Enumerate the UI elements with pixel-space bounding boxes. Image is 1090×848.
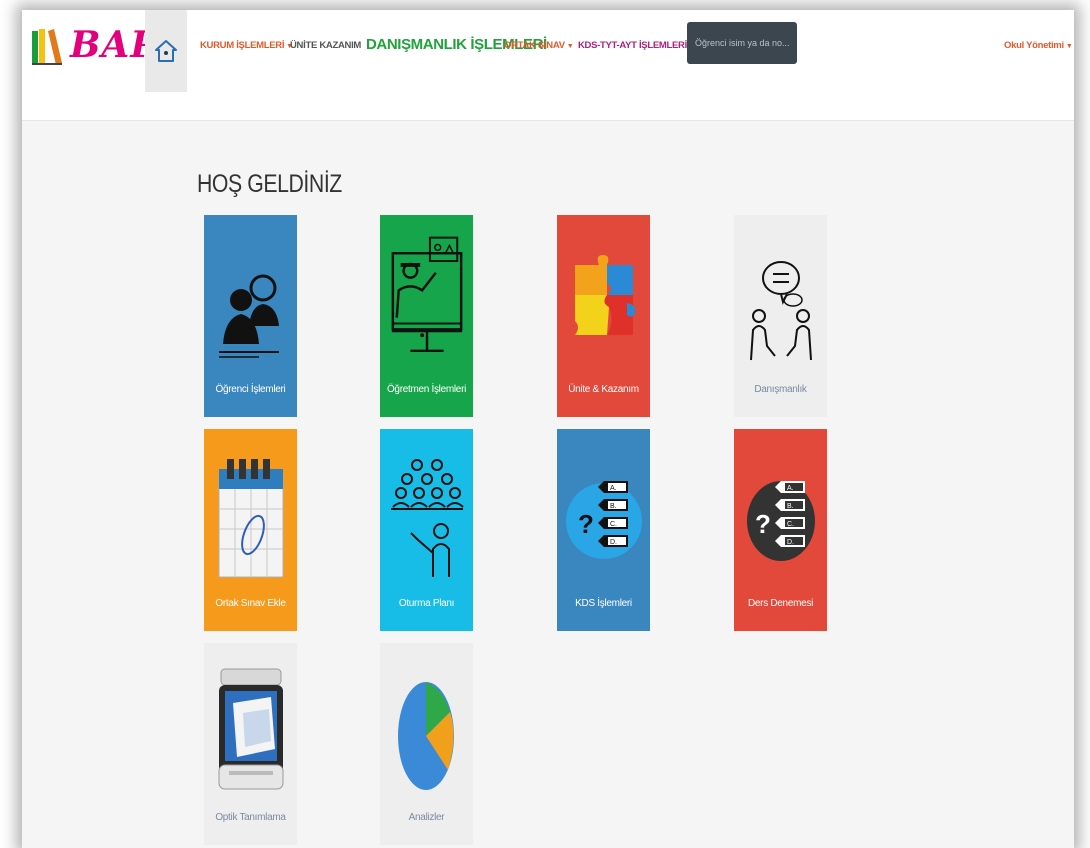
puzzle-icon: [574, 255, 635, 335]
tile-label: Analizler: [408, 812, 445, 823]
scanner-icon: [218, 668, 283, 790]
nav-kurum-label: KURUM İŞLEMLERİ: [200, 40, 285, 51]
svg-text:?: ?: [578, 509, 594, 539]
svg-text:B.: B.: [610, 503, 617, 510]
tile-ogretmen-islemleri[interactable]: Öğretmen İşlemleri: [380, 215, 473, 417]
tile-optik-tanimlama[interactable]: Optik Tanımlama: [204, 643, 297, 845]
svg-text:D.: D.: [787, 539, 794, 546]
quiz-dark-icon: ? A. B. C. D.: [746, 481, 815, 561]
tile-danismanlik[interactable]: Danışmanlık: [734, 215, 827, 417]
calendar-icon: [218, 459, 283, 578]
pie-chart-icon: [397, 682, 454, 790]
counseling-icon: [749, 261, 812, 361]
tile-oturma-plani[interactable]: Oturma Planı: [380, 429, 473, 631]
student-search-input[interactable]: [687, 22, 797, 64]
tile-label: Ders Denemesi: [747, 598, 813, 609]
tile-label: Öğretmen İşlemleri: [386, 384, 467, 395]
user-menu[interactable]: Okul Yönetimi ▼: [1004, 40, 1073, 51]
nav-kurum-islemleri[interactable]: KURUM İŞLEMLERİ ▼: [200, 40, 293, 51]
app-window: BAP KURUM İŞLEMLERİ ▼ ÜNİTE KAZANIM DANIŞ…: [22, 10, 1074, 848]
tile-unite-kazanim[interactable]: Ünite & Kazanım: [557, 215, 650, 417]
tile-label: Ortak Sınav Ekle: [215, 598, 286, 609]
sub-header-bar: [22, 92, 1074, 121]
books-icon: [32, 29, 62, 65]
tile-label: Ünite & Kazanım: [568, 384, 639, 395]
tile-label: KDS İşlemleri: [575, 598, 632, 609]
user-menu-label: Okul Yönetimi: [1004, 40, 1064, 51]
tile-label: Oturma Planı: [398, 598, 455, 609]
tile-label: Optik Tanımlama: [215, 812, 286, 823]
chevron-down-icon: ▼: [1065, 43, 1073, 50]
svg-text:D.: D.: [610, 539, 617, 546]
tile-analizler[interactable]: Analizler: [380, 643, 473, 845]
nav-kds-tyt-ayt[interactable]: KDS-TYT-AYT İŞLEMLERİ▼: [578, 40, 696, 51]
svg-text:A.: A.: [787, 485, 794, 492]
tile-ogrenci-islemleri[interactable]: Öğrenci İşlemleri: [204, 215, 297, 417]
top-navbar: BAP KURUM İŞLEMLERİ ▼ ÜNİTE KAZANIM DANIŞ…: [22, 10, 1074, 93]
tile-ders-denemesi[interactable]: ? A. B. C. D. Ders Denemesi: [734, 429, 827, 631]
tile-ortak-sinav-ekle[interactable]: Ortak Sınav Ekle: [204, 429, 297, 631]
home-icon: [155, 40, 177, 62]
tile-label: Danışmanlık: [754, 384, 807, 395]
tile-label: Öğrenci İşlemleri: [215, 384, 286, 395]
page-title: HOŞ GELDİNİZ: [197, 170, 342, 198]
nav-unite-kazanim[interactable]: ÜNİTE KAZANIM: [290, 40, 361, 51]
nav-ortak-sinav-label: ORTAK SINAV: [504, 40, 565, 51]
nav-ortak-sinav[interactable]: ORTAK SINAV ▼: [504, 40, 574, 51]
svg-text:A.: A.: [610, 485, 617, 492]
teacher-icon: [391, 236, 462, 353]
seating-icon: [390, 459, 464, 577]
nav-unite-label: ÜNİTE KAZANIM: [290, 40, 362, 51]
tile-kds-islemleri[interactable]: ? A. B. C. D. KDS İşlemleri: [557, 429, 650, 631]
students-icon: [218, 274, 279, 358]
svg-text:C.: C.: [787, 521, 794, 528]
nav-kds-label: KDS-TYT-AYT İŞLEMLERİ: [578, 40, 687, 51]
quiz-icon: ? A. B. C. D.: [565, 481, 642, 559]
svg-text:B.: B.: [787, 503, 794, 510]
logo[interactable]: BAP: [32, 22, 158, 68]
chevron-down-icon: ▼: [566, 43, 574, 50]
svg-text:?: ?: [755, 509, 771, 539]
svg-text:C.: C.: [610, 521, 617, 528]
home-button[interactable]: [145, 10, 187, 92]
